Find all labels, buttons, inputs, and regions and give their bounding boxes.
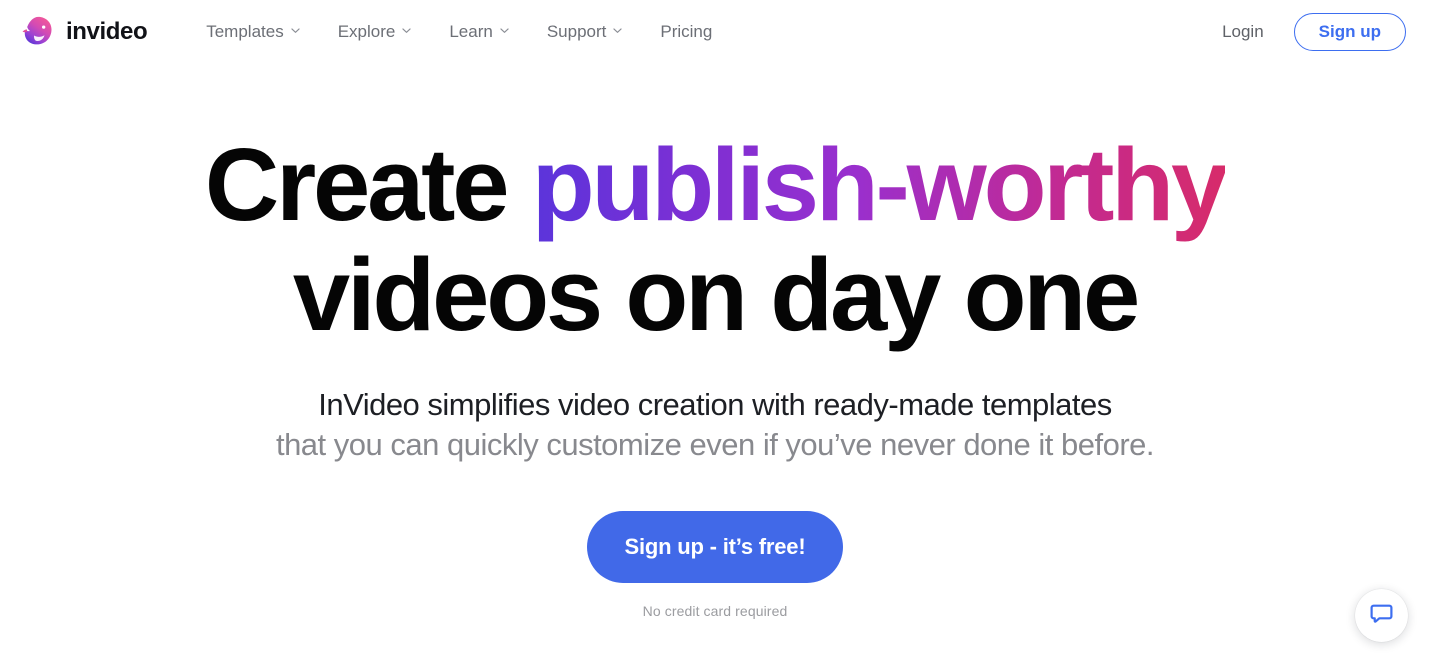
headline-gradient-text: publish-worthy xyxy=(531,127,1229,242)
nav-item-label: Explore xyxy=(337,22,396,41)
chat-launcher-button[interactable] xyxy=(1355,589,1408,642)
hero-subtitle-line-2: that you can quickly customize even if y… xyxy=(275,427,1155,463)
nav-item-label: Templates xyxy=(206,22,284,41)
nav-item-explore[interactable]: Explore xyxy=(319,14,431,50)
chat-bubble-icon xyxy=(1369,601,1394,631)
nav-item-pricing[interactable]: Pricing xyxy=(641,14,731,50)
hero-signup-free-button[interactable]: Sign up - it’s free! xyxy=(586,510,844,583)
login-link[interactable]: Login xyxy=(1212,16,1274,48)
hero-subtitle: InVideo simplifies video creation with r… xyxy=(0,388,1430,462)
chevron-down-icon xyxy=(500,26,509,35)
signup-button[interactable]: Sign up xyxy=(1293,12,1406,52)
headline-plain-text: Create xyxy=(204,127,532,242)
nav-item-label: Pricing xyxy=(660,22,713,41)
nav-item-support[interactable]: Support xyxy=(528,14,642,50)
site-header: invideo Templates Explore Learn Support xyxy=(0,0,1430,64)
headline-second-line: videos on day one xyxy=(292,237,1140,353)
page-title: Create publish-worthy videos on day one xyxy=(0,127,1430,353)
nav-item-label: Learn xyxy=(449,22,493,41)
hero-subtitle-line-1: InVideo simplifies video creation with r… xyxy=(318,387,1112,423)
nav-item-templates[interactable]: Templates xyxy=(187,14,318,50)
header-actions: Login Sign up xyxy=(1212,12,1406,52)
chevron-down-icon xyxy=(402,26,412,35)
primary-navigation: Templates Explore Learn Support Pricing xyxy=(187,14,731,50)
chevron-down-icon xyxy=(291,26,300,35)
nav-item-learn[interactable]: Learn xyxy=(430,14,527,50)
brand-name: invideo xyxy=(66,18,148,45)
hero-cta-group: Sign up - it’s free! No credit card requ… xyxy=(0,510,1430,619)
chevron-down-icon xyxy=(613,26,623,35)
no-credit-card-note: No credit card required xyxy=(642,602,788,619)
nav-item-label: Support xyxy=(546,22,607,41)
brand-logo-link[interactable]: invideo xyxy=(20,14,148,50)
invideo-bird-logo-icon xyxy=(20,14,56,50)
hero-section: Create publish-worthy videos on day one … xyxy=(0,64,1430,619)
